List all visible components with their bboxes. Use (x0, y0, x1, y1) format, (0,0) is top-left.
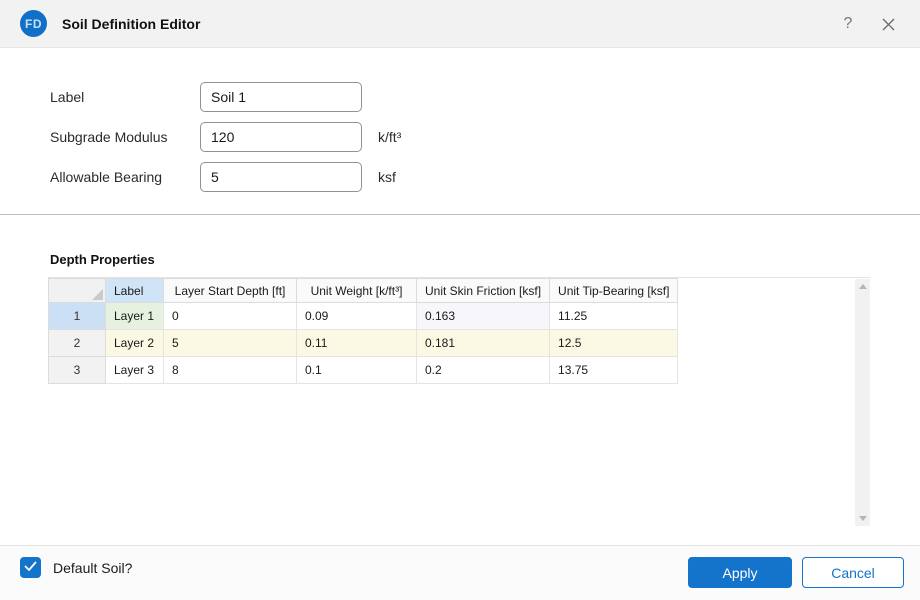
allowable-bearing-label: Allowable Bearing (50, 169, 200, 185)
allowable-bearing-input[interactable] (200, 162, 362, 192)
soil-properties-form: Label Subgrade Modulus k/ft³ Allowable B… (0, 49, 920, 215)
column-header-label[interactable]: Label (106, 279, 164, 303)
dialog-footer: Default Soil? Apply Cancel (0, 545, 920, 600)
column-header-unit-tip-bearing[interactable]: Unit Tip-Bearing [ksf] (550, 279, 678, 303)
cell-tip-bearing[interactable]: 13.75 (550, 357, 678, 384)
form-row-allowable-bearing: Allowable Bearing ksf (50, 162, 920, 192)
label-field-label: Label (50, 89, 200, 105)
soil-definition-editor-dialog: FD Soil Definition Editor ? Label Subgra… (0, 0, 920, 600)
corner-triangle-icon (92, 289, 103, 300)
depth-properties-heading: Depth Properties (50, 252, 155, 267)
cell-unit-weight[interactable]: 0.09 (297, 303, 417, 330)
cell-skin-friction[interactable]: 0.163 (417, 303, 550, 330)
close-icon (881, 17, 896, 32)
row-number[interactable]: 2 (49, 330, 106, 357)
subgrade-modulus-input[interactable] (200, 122, 362, 152)
help-icon: ? (844, 15, 853, 33)
row-number[interactable]: 1 (49, 303, 106, 330)
table-row: 3 Layer 3 8 0.1 0.2 13.75 (49, 357, 678, 384)
cell-unit-weight[interactable]: 0.1 (297, 357, 417, 384)
close-button[interactable] (872, 8, 904, 40)
cell-start-depth[interactable]: 8 (164, 357, 297, 384)
form-row-subgrade-modulus: Subgrade Modulus k/ft³ (50, 122, 920, 152)
window-title: Soil Definition Editor (62, 16, 200, 32)
cell-layer-label[interactable]: Layer 2 (106, 330, 164, 357)
title-bar: FD Soil Definition Editor ? (0, 0, 920, 48)
subgrade-modulus-unit: k/ft³ (378, 129, 401, 145)
scroll-up-icon[interactable] (859, 284, 867, 289)
cell-tip-bearing[interactable]: 11.25 (550, 303, 678, 330)
titlebar-actions: ? (832, 0, 920, 48)
cell-start-depth[interactable]: 0 (164, 303, 297, 330)
label-input[interactable] (200, 82, 362, 112)
column-header-layer-start-depth[interactable]: Layer Start Depth [ft] (164, 279, 297, 303)
depth-properties-table: Label Layer Start Depth [ft] Unit Weight… (48, 278, 678, 384)
default-soil-checkbox[interactable] (20, 557, 41, 578)
app-logo-icon: FD (20, 10, 47, 37)
cell-start-depth[interactable]: 5 (164, 330, 297, 357)
column-header-unit-skin-friction[interactable]: Unit Skin Friction [ksf] (417, 279, 550, 303)
grid-header-row: Label Layer Start Depth [ft] Unit Weight… (49, 279, 678, 303)
cancel-button[interactable]: Cancel (802, 557, 904, 588)
column-header-unit-weight[interactable]: Unit Weight [k/ft³] (297, 279, 417, 303)
table-row: 1 Layer 1 0 0.09 0.163 11.25 (49, 303, 678, 330)
depth-properties-grid: Label Layer Start Depth [ft] Unit Weight… (48, 277, 870, 525)
allowable-bearing-unit: ksf (378, 169, 396, 185)
cell-layer-label[interactable]: Layer 3 (106, 357, 164, 384)
default-soil-label: Default Soil? (53, 560, 132, 576)
cell-unit-weight[interactable]: 0.11 (297, 330, 417, 357)
subgrade-modulus-label: Subgrade Modulus (50, 129, 200, 145)
table-row: 2 Layer 2 5 0.11 0.181 12.5 (49, 330, 678, 357)
form-row-label: Label (50, 82, 920, 112)
vertical-scrollbar[interactable] (855, 279, 870, 526)
default-soil-checkbox-wrap[interactable]: Default Soil? (20, 557, 132, 578)
help-button[interactable]: ? (832, 8, 864, 40)
cell-tip-bearing[interactable]: 12.5 (550, 330, 678, 357)
checkmark-icon (24, 559, 37, 577)
cell-skin-friction[interactable]: 0.2 (417, 357, 550, 384)
cell-skin-friction[interactable]: 0.181 (417, 330, 550, 357)
apply-button[interactable]: Apply (688, 557, 792, 588)
cell-layer-label[interactable]: Layer 1 (106, 303, 164, 330)
grid-select-all-corner[interactable] (49, 279, 106, 303)
logo-text: FD (25, 17, 42, 31)
row-number[interactable]: 3 (49, 357, 106, 384)
scroll-down-icon[interactable] (859, 516, 867, 521)
